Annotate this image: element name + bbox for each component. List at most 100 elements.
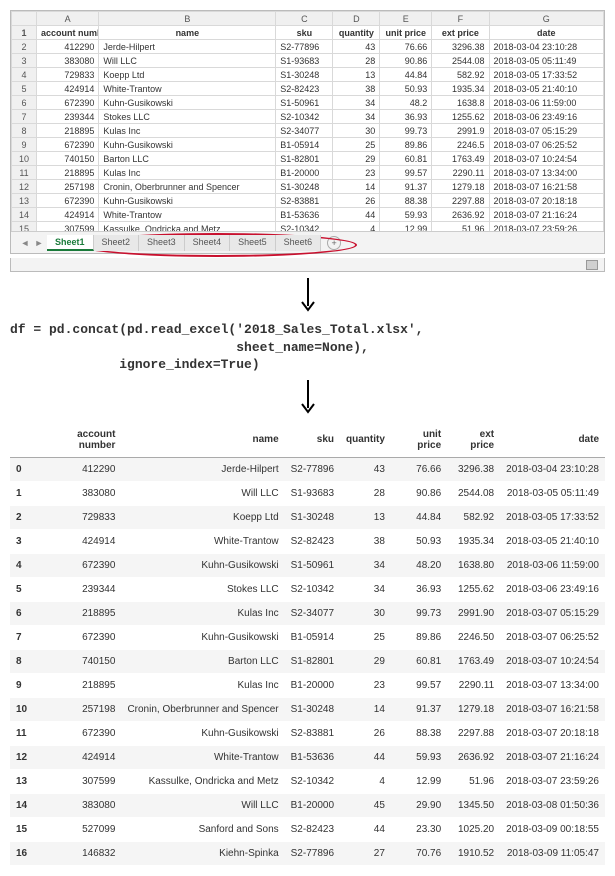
cell[interactable]: 2018-03-04 23:10:28 <box>489 40 603 54</box>
spreadsheet-grid[interactable]: A B C D E F G 1account numbernameskuquan… <box>11 11 604 231</box>
col-letter[interactable]: A <box>36 12 98 26</box>
row-number[interactable]: 9 <box>12 138 37 152</box>
cell[interactable]: 43 <box>333 40 380 54</box>
cell[interactable]: 2018-03-07 10:24:54 <box>489 152 603 166</box>
row-number[interactable]: 5 <box>12 82 37 96</box>
cell[interactable]: 30 <box>333 124 380 138</box>
cell[interactable]: B1-53636 <box>276 208 333 222</box>
cell[interactable]: 2018-03-07 05:15:29 <box>489 124 603 138</box>
cell[interactable]: B1-20000 <box>276 166 333 180</box>
cell[interactable]: Will LLC <box>99 54 276 68</box>
cell[interactable]: 76.66 <box>380 40 432 54</box>
field-header[interactable]: unit price <box>380 26 432 40</box>
cell[interactable]: 1279.18 <box>432 180 489 194</box>
cell[interactable]: 4 <box>333 222 380 232</box>
cell[interactable]: 2018-03-05 21:40:10 <box>489 82 603 96</box>
sheet-tab[interactable]: Sheet2 <box>94 235 140 251</box>
cell[interactable]: 25 <box>333 138 380 152</box>
cell[interactable]: 34 <box>333 96 380 110</box>
field-header[interactable]: date <box>489 26 603 40</box>
cell[interactable]: 51.96 <box>432 222 489 232</box>
cell[interactable]: 257198 <box>36 180 98 194</box>
cell[interactable]: 38 <box>333 82 380 96</box>
row-number[interactable]: 13 <box>12 194 37 208</box>
cell[interactable]: 239344 <box>36 110 98 124</box>
cell[interactable]: 412290 <box>36 40 98 54</box>
table-row[interactable]: 7239344Stokes LLCS2-103423436.931255.622… <box>12 110 604 124</box>
cell[interactable]: 1935.34 <box>432 82 489 96</box>
cell[interactable]: Koepp Ltd <box>99 68 276 82</box>
sheet-tab[interactable]: Sheet1 <box>47 235 94 251</box>
cell[interactable]: 14 <box>333 180 380 194</box>
cell[interactable]: Stokes LLC <box>99 110 276 124</box>
cell[interactable]: 582.92 <box>432 68 489 82</box>
col-letter[interactable]: F <box>432 12 489 26</box>
cell[interactable]: S2-10342 <box>276 110 333 124</box>
sheet-tab[interactable]: Sheet4 <box>185 235 231 251</box>
cell[interactable]: 3296.38 <box>432 40 489 54</box>
cell[interactable]: 672390 <box>36 96 98 110</box>
cell[interactable]: 99.73 <box>380 124 432 138</box>
cell[interactable]: Barton LLC <box>99 152 276 166</box>
cell[interactable]: 89.86 <box>380 138 432 152</box>
add-sheet-icon[interactable]: + <box>327 236 341 250</box>
row-number[interactable]: 1 <box>12 26 37 40</box>
cell[interactable]: 383080 <box>36 54 98 68</box>
cell[interactable]: 23 <box>333 166 380 180</box>
row-number[interactable]: 14 <box>12 208 37 222</box>
cell[interactable]: 34 <box>333 110 380 124</box>
cell[interactable]: 2636.92 <box>432 208 489 222</box>
cell[interactable]: 36.93 <box>380 110 432 124</box>
cell[interactable]: White-Trantow <box>99 208 276 222</box>
cell[interactable]: S2-34077 <box>276 124 333 138</box>
cell[interactable]: 26 <box>333 194 380 208</box>
field-header[interactable]: sku <box>276 26 333 40</box>
cell[interactable]: 59.93 <box>380 208 432 222</box>
row-number[interactable]: 2 <box>12 40 37 54</box>
table-row[interactable]: 8218895Kulas IncS2-340773099.732991.9201… <box>12 124 604 138</box>
cell[interactable]: 44.84 <box>380 68 432 82</box>
cell[interactable]: S1-50961 <box>276 96 333 110</box>
cell[interactable]: S2-10342 <box>276 222 333 232</box>
view-grid-icon[interactable] <box>586 260 598 270</box>
field-header[interactable]: quantity <box>333 26 380 40</box>
cell[interactable]: 2018-03-07 20:18:18 <box>489 194 603 208</box>
row-number[interactable]: 4 <box>12 68 37 82</box>
cell[interactable]: Kulas Inc <box>99 124 276 138</box>
cell[interactable]: 672390 <box>36 138 98 152</box>
cell[interactable]: 91.37 <box>380 180 432 194</box>
cell[interactable]: 672390 <box>36 194 98 208</box>
cell[interactable]: 12.99 <box>380 222 432 232</box>
field-header[interactable]: name <box>99 26 276 40</box>
cell[interactable]: S2-83881 <box>276 194 333 208</box>
cell[interactable]: Kuhn-Gusikowski <box>99 194 276 208</box>
tab-prev-icon[interactable]: ◄ <box>19 237 31 249</box>
cell[interactable]: 44 <box>333 208 380 222</box>
cell[interactable]: 218895 <box>36 124 98 138</box>
cell[interactable]: 424914 <box>36 208 98 222</box>
row-number[interactable]: 3 <box>12 54 37 68</box>
cell[interactable]: 2018-03-07 06:25:52 <box>489 138 603 152</box>
field-header[interactable]: ext price <box>432 26 489 40</box>
cell[interactable]: 90.86 <box>380 54 432 68</box>
cell[interactable]: S2-82423 <box>276 82 333 96</box>
table-row[interactable]: 13672390Kuhn-GusikowskiS2-838812688.3822… <box>12 194 604 208</box>
col-letter[interactable]: C <box>276 12 333 26</box>
cell[interactable]: 2018-03-07 21:16:24 <box>489 208 603 222</box>
row-number[interactable]: 8 <box>12 124 37 138</box>
cell[interactable]: 48.2 <box>380 96 432 110</box>
field-header[interactable]: account number <box>36 26 98 40</box>
table-row[interactable]: 3383080Will LLCS1-936832890.862544.08201… <box>12 54 604 68</box>
cell[interactable]: 2018-03-07 13:34:00 <box>489 166 603 180</box>
cell[interactable]: 2297.88 <box>432 194 489 208</box>
cell[interactable]: 2018-03-07 23:59:26 <box>489 222 603 232</box>
row-number[interactable]: 10 <box>12 152 37 166</box>
cell[interactable]: White-Trantow <box>99 82 276 96</box>
row-number[interactable]: 11 <box>12 166 37 180</box>
row-number[interactable]: 7 <box>12 110 37 124</box>
cell[interactable]: 2991.9 <box>432 124 489 138</box>
cell[interactable]: S1-82801 <box>276 152 333 166</box>
cell[interactable]: S2-77896 <box>276 40 333 54</box>
cell[interactable]: Cronin, Oberbrunner and Spencer <box>99 180 276 194</box>
cell[interactable]: 2246.5 <box>432 138 489 152</box>
